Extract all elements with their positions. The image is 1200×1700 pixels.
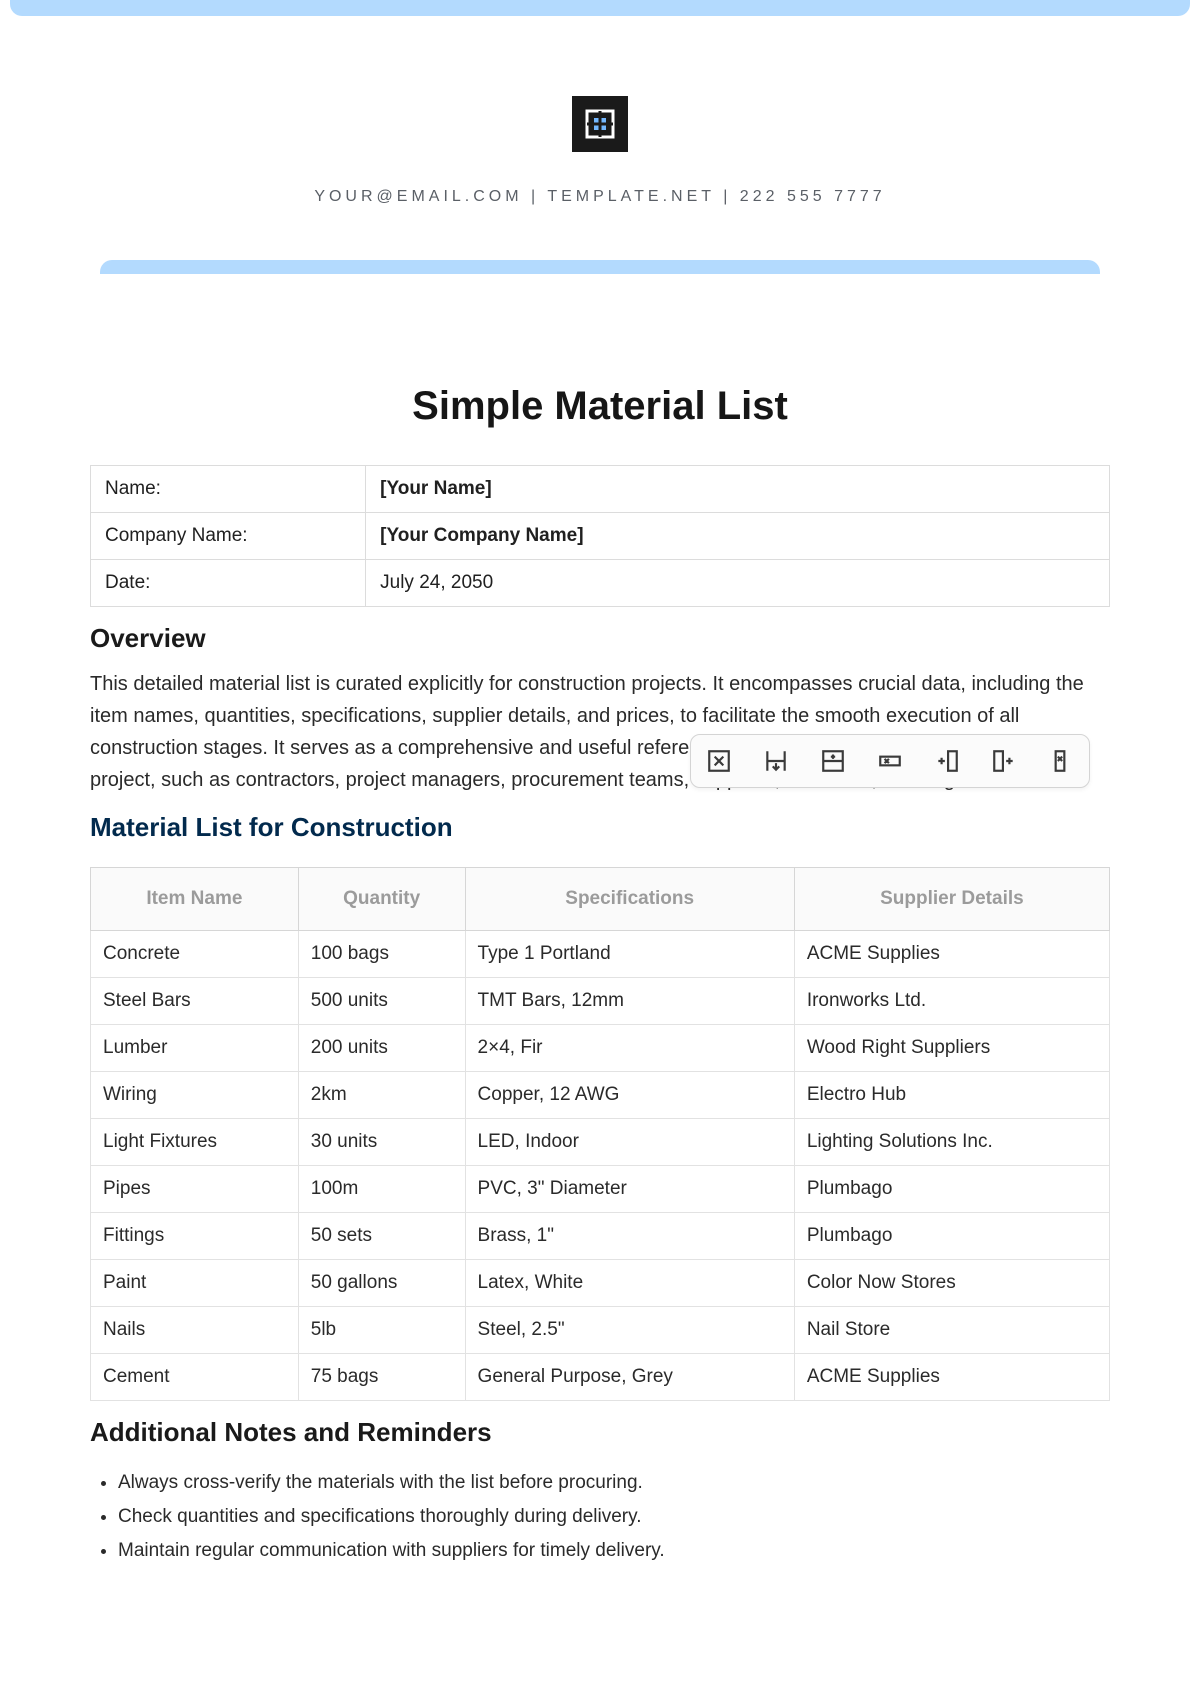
materials-table: Item Name Quantity Specifications Suppli…	[90, 867, 1110, 1401]
cell-supplier: ACME Supplies	[794, 931, 1109, 978]
overview-block: This detailed material list is curated e…	[90, 668, 1110, 796]
table-row: Fittings50 setsBrass, 1"Plumbago	[91, 1213, 1110, 1260]
meta-date-label: Date:	[91, 560, 366, 607]
delete-row-icon[interactable]	[877, 748, 903, 774]
cell-qty: 200 units	[298, 1025, 465, 1072]
cell-item: Cement	[91, 1354, 299, 1401]
cell-supplier: Nail Store	[794, 1307, 1109, 1354]
page-title: Simple Material List	[90, 384, 1110, 429]
cell-item: Paint	[91, 1260, 299, 1307]
insert-column-right-icon[interactable]	[934, 748, 960, 774]
contact-line: YOUR@EMAIL.COM | TEMPLATE.NET | 222 555 …	[90, 188, 1110, 206]
cell-spec: Brass, 1"	[465, 1213, 794, 1260]
cell-item: Concrete	[91, 931, 299, 978]
meta-name-value: [Your Name]	[366, 466, 1110, 513]
notes-list: Always cross-verify the materials with t…	[90, 1466, 1110, 1569]
cell-spec: 2×4, Fir	[465, 1025, 794, 1072]
table-header-row: Item Name Quantity Specifications Suppli…	[91, 868, 1110, 931]
table-row: Wiring2kmCopper, 12 AWGElectro Hub	[91, 1072, 1110, 1119]
cell-spec: Type 1 Portland	[465, 931, 794, 978]
table-row: Steel Bars500 unitsTMT Bars, 12mmIronwor…	[91, 978, 1110, 1025]
cell-supplier: Ironworks Ltd.	[794, 978, 1109, 1025]
table-row: Lumber200 units2×4, FirWood Right Suppli…	[91, 1025, 1110, 1072]
cell-spec: PVC, 3" Diameter	[465, 1166, 794, 1213]
cell-spec: Copper, 12 AWG	[465, 1072, 794, 1119]
logo-wrap	[90, 96, 1110, 152]
cell-item: Light Fixtures	[91, 1119, 299, 1166]
cell-qty: 50 gallons	[298, 1260, 465, 1307]
cell-item: Steel Bars	[91, 978, 299, 1025]
list-item: Always cross-verify the materials with t…	[118, 1466, 1110, 1500]
meta-company-value: [Your Company Name]	[366, 513, 1110, 560]
cell-spec: Latex, White	[465, 1260, 794, 1307]
table-row: Concrete100 bagsType 1 PortlandACME Supp…	[91, 931, 1110, 978]
cell-supplier: Lighting Solutions Inc.	[794, 1119, 1109, 1166]
meta-table: Name: [Your Name] Company Name: [Your Co…	[90, 465, 1110, 607]
cell-supplier: Plumbago	[794, 1213, 1109, 1260]
meta-name-label: Name:	[91, 466, 366, 513]
cell-item: Nails	[91, 1307, 299, 1354]
table-tools-toolbar	[690, 734, 1090, 788]
cell-item: Lumber	[91, 1025, 299, 1072]
cell-qty: 50 sets	[298, 1213, 465, 1260]
table-row: Company Name: [Your Company Name]	[91, 513, 1110, 560]
cell-spec: Steel, 2.5"	[465, 1307, 794, 1354]
insert-row-icon[interactable]	[820, 748, 846, 774]
table-row: Nails5lbSteel, 2.5"Nail Store	[91, 1307, 1110, 1354]
cell-supplier: Wood Right Suppliers	[794, 1025, 1109, 1072]
cell-qty: 30 units	[298, 1119, 465, 1166]
cell-qty: 5lb	[298, 1307, 465, 1354]
cell-spec: TMT Bars, 12mm	[465, 978, 794, 1025]
cell-spec: General Purpose, Grey	[465, 1354, 794, 1401]
cell-supplier: ACME Supplies	[794, 1354, 1109, 1401]
cell-qty: 2km	[298, 1072, 465, 1119]
list-item: Check quantities and specifications thor…	[118, 1500, 1110, 1534]
top-accent-bar	[10, 0, 1190, 16]
cell-qty: 500 units	[298, 978, 465, 1025]
insert-column-left-icon[interactable]	[991, 748, 1017, 774]
table-row: Date: July 24, 2050	[91, 560, 1110, 607]
split-cell-down-icon[interactable]	[763, 748, 789, 774]
overview-heading: Overview	[90, 623, 1110, 654]
table-row: Pipes100mPVC, 3" DiameterPlumbago	[91, 1166, 1110, 1213]
cell-supplier: Plumbago	[794, 1166, 1109, 1213]
divider-band	[100, 260, 1100, 274]
meta-date-value: July 24, 2050	[366, 560, 1110, 607]
cell-qty: 100m	[298, 1166, 465, 1213]
materials-heading: Material List for Construction	[90, 812, 1110, 843]
cell-supplier: Electro Hub	[794, 1072, 1109, 1119]
table-row: Light Fixtures30 unitsLED, IndoorLightin…	[91, 1119, 1110, 1166]
document-body: YOUR@EMAIL.COM | TEMPLATE.NET | 222 555 …	[0, 96, 1200, 1629]
col-item: Item Name	[91, 868, 299, 931]
cell-qty: 75 bags	[298, 1354, 465, 1401]
cell-item: Wiring	[91, 1072, 299, 1119]
cell-item: Pipes	[91, 1166, 299, 1213]
cell-supplier: Color Now Stores	[794, 1260, 1109, 1307]
table-row: Name: [Your Name]	[91, 466, 1110, 513]
col-spec: Specifications	[465, 868, 794, 931]
cell-spec: LED, Indoor	[465, 1119, 794, 1166]
list-item: Maintain regular communication with supp…	[118, 1534, 1110, 1568]
table-row: Paint50 gallonsLatex, WhiteColor Now Sto…	[91, 1260, 1110, 1307]
delete-cell-icon[interactable]	[706, 748, 732, 774]
logo-icon	[572, 96, 628, 152]
meta-company-label: Company Name:	[91, 513, 366, 560]
notes-heading: Additional Notes and Reminders	[90, 1417, 1110, 1448]
cell-qty: 100 bags	[298, 931, 465, 978]
col-supplier: Supplier Details	[794, 868, 1109, 931]
cell-item: Fittings	[91, 1213, 299, 1260]
table-row: Cement75 bagsGeneral Purpose, GreyACME S…	[91, 1354, 1110, 1401]
delete-column-icon[interactable]	[1047, 748, 1073, 774]
col-qty: Quantity	[298, 868, 465, 931]
